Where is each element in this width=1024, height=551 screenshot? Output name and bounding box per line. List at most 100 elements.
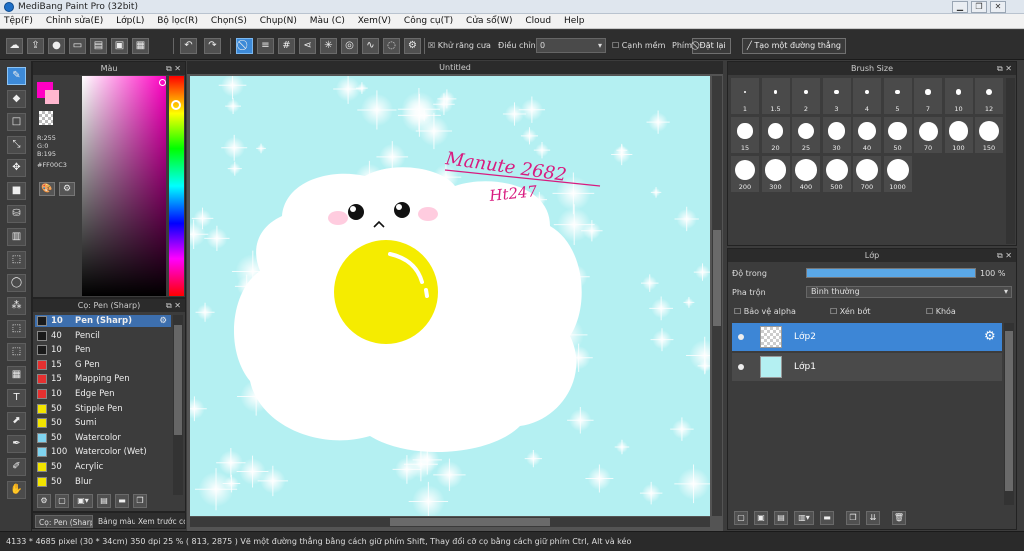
brush-item[interactable]: 100 Watercolor (Wet) [35,446,171,458]
move-tool-icon[interactable]: ✥ [7,159,26,177]
menu-file[interactable]: Tệp(F) [4,16,33,26]
text-tool-icon[interactable]: T [7,389,26,407]
bucket-tool-icon[interactable]: ⛁ [7,205,26,223]
duplicate-layer-icon[interactable]: ❐ [846,511,860,525]
tab-brush-preview[interactable]: Xem trước cọ [135,515,185,528]
new-8bit-layer-icon[interactable]: ▤ [774,511,788,525]
brush-size-scrollbar[interactable] [1006,78,1015,244]
correction-select[interactable]: 0 ▾ [536,38,606,53]
brush-list-scrollbar[interactable] [173,315,183,495]
brush-size-option[interactable]: 300 [761,156,790,192]
layer-row-lop2[interactable]: Lớp2 ⚙ [732,323,1002,351]
panel-controls-icon[interactable]: ⧉ ✕ [166,299,181,312]
saturation-value-picker[interactable] [82,76,166,296]
add-layer-menu-icon[interactable]: ▥▾ [794,511,814,525]
merge-down-icon[interactable]: ⇊ [866,511,880,525]
add-brush-icon[interactable]: ▣▾ [73,494,93,508]
brush-size-option[interactable]: 25 [792,117,820,153]
soft-edge-checkbox[interactable]: ☐ Cạnh mềm [612,38,665,54]
divide-tool-icon[interactable]: ▦ [7,366,26,384]
rectangle-tool-icon[interactable]: □ [7,113,26,131]
brush-copy-icon[interactable]: ▤ [97,494,111,508]
menu-view[interactable]: Xem(V) [358,16,391,26]
menu-window[interactable]: Cửa sổ(W) [466,16,512,26]
new-halftone-layer-icon[interactable]: ▣ [754,511,768,525]
brush-size-option[interactable]: 4 [853,78,881,114]
grid-icon[interactable]: ▦ [132,38,149,54]
brush-size-option[interactable]: 400 [792,156,820,192]
tab-palette[interactable]: Bảng màu [95,515,135,528]
menu-help[interactable]: Help [564,16,585,26]
brush-item[interactable]: 50 Acrylic [35,461,171,473]
visibility-icon[interactable] [738,334,744,340]
menu-tools[interactable]: Công cụ(T) [404,16,453,26]
select-pen-tool-icon[interactable]: ⬚ [7,320,26,338]
minimize-button[interactable]: ▁ [952,1,968,13]
folder-icon[interactable]: ▬ [115,494,129,508]
canvas-vertical-scroll-thumb[interactable] [713,230,721,326]
panel-controls-icon[interactable]: ⧉ ✕ [997,249,1012,262]
brush-item[interactable]: 50 Stipple Pen [35,403,171,415]
palette-icon[interactable]: 🎨 [39,182,55,196]
tab-brush[interactable]: Cọ: Pen (Sharp) [35,515,93,528]
snap-settings-icon[interactable]: ⚙ [404,38,421,54]
brush-item[interactable]: 50 Sumi [35,417,171,429]
grid-snap-icon[interactable]: # [278,38,295,54]
brush-size-option[interactable]: 200 [731,156,759,192]
brush-item[interactable]: 15 Mapping Pen [35,373,171,385]
dot-brush-tool-icon[interactable]: ⤡ [7,136,26,154]
operation-tool-icon[interactable]: ⬈ [7,412,26,430]
hand-tool-icon[interactable]: ✋ [7,481,26,499]
visibility-icon[interactable] [738,364,744,370]
brush-size-option[interactable]: 700 [853,156,881,192]
undo-icon[interactable]: ↶ [180,38,197,54]
brush-size-option[interactable]: 40 [853,117,881,153]
pen-tool-icon[interactable]: ✐ [7,458,26,476]
protect-alpha-checkbox[interactable]: ☐ Bảo vệ alpha [734,307,796,316]
brush-item[interactable]: 10 Pen (Sharp) ⚙ [35,315,171,327]
brush-size-option[interactable]: 20 [761,117,790,153]
canvas-horizontal-scroll-thumb[interactable] [390,518,550,526]
opacity-slider[interactable] [806,268,976,278]
layer-scrollbar[interactable] [1004,323,1014,505]
layer-scroll-thumb[interactable] [1005,331,1013,491]
brush-item[interactable]: 40 Pencil [35,330,171,342]
maximize-button[interactable]: ❐ [971,1,987,13]
brush-item[interactable]: 10 Pen [35,344,171,356]
panel-controls-icon[interactable]: ⧉ ✕ [997,62,1012,75]
eyedropper-tool-icon[interactable]: ✒ [7,435,26,453]
brush-size-option[interactable]: 1 [731,78,759,114]
brush-size-option[interactable]: 15 [731,117,759,153]
brush-item[interactable]: 15 G Pen [35,359,171,371]
ellipse-snap-icon[interactable]: ◌ [383,38,400,54]
brush-item[interactable]: 50 Watercolor [35,432,171,444]
menu-layer[interactable]: Lớp(L) [116,16,144,26]
circle-snap-icon[interactable]: ◎ [341,38,358,54]
new-layer-icon[interactable]: ▢ [734,511,748,525]
snap-off-icon[interactable]: ⃠ [236,38,253,54]
brush-size-option[interactable]: 7 [914,78,942,114]
brush-tool-icon[interactable]: ✎ [7,67,26,85]
hue-slider[interactable] [169,76,184,296]
eraser-tool-icon[interactable]: ◆ [7,90,26,108]
layer-settings-icon[interactable]: ⚙ [984,329,996,344]
antialias-checkbox[interactable]: ☒ Khử răng cưa [428,38,491,54]
brush-size-option[interactable]: 5 [883,78,912,114]
duplicate-icon[interactable]: ❐ [133,494,147,508]
color-wheel-icon[interactable]: ⚙ [59,182,75,196]
menu-cloud[interactable]: Cloud [525,16,551,26]
close-button[interactable]: ✕ [990,1,1006,13]
brush-item[interactable]: 50 Blur [35,476,171,488]
transparent-color-swatch[interactable] [39,111,53,125]
perspective-snap-icon[interactable]: ⋖ [299,38,316,54]
menu-select[interactable]: Chọn(S) [211,16,247,26]
curve-snap-icon[interactable]: ∿ [362,38,379,54]
brush-list-scroll-thumb[interactable] [174,325,182,435]
menu-snap[interactable]: Chụp(N) [260,16,297,26]
brush-size-option[interactable]: 30 [822,117,851,153]
panel-icon[interactable]: ▣ [111,38,128,54]
brush-item[interactable]: 10 Edge Pen [35,388,171,400]
brush-size-option[interactable]: 2 [792,78,820,114]
brush-settings-icon[interactable]: ⚙ [37,494,51,508]
trash-icon[interactable]: 🗑 [892,511,906,525]
